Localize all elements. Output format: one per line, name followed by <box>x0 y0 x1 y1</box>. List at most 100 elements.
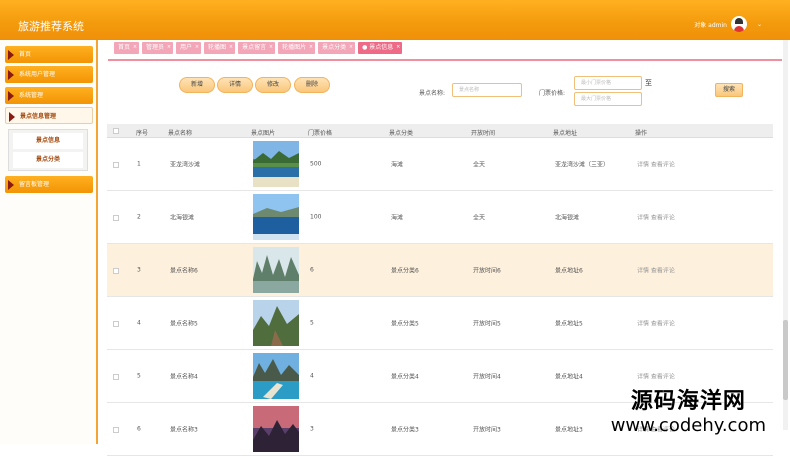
sidebar-item-messages[interactable]: 留言板管理 <box>5 176 93 193</box>
row-actions[interactable]: 详情 查看评论 <box>637 372 675 381</box>
select-all-checkbox[interactable] <box>113 128 119 134</box>
tab-label: 轮播图片 <box>282 44 306 51</box>
row-checkbox[interactable] <box>113 374 119 380</box>
tab-divider <box>108 59 782 61</box>
scenic-image <box>253 406 299 452</box>
price-max-input[interactable]: 最大门票价格 <box>574 92 642 106</box>
sidebar-item-system[interactable]: 系统管理 <box>5 87 93 104</box>
search-button[interactable]: 搜索 <box>715 83 743 97</box>
user-name: 对象 admin <box>694 20 727 29</box>
cell-open-time: 全天 <box>473 213 485 222</box>
range-separator: 至 <box>645 78 652 88</box>
close-icon[interactable]: × <box>167 41 171 53</box>
cell-no: 1 <box>137 161 141 168</box>
col-header-price: 门票价格 <box>308 128 332 137</box>
row-checkbox[interactable] <box>113 321 119 327</box>
row-actions[interactable]: 详情 查看评论 <box>637 266 675 275</box>
cell-name: 景点名称5 <box>170 319 198 328</box>
cell-no: 3 <box>137 267 141 274</box>
tab-label: 景点分类 <box>322 44 346 51</box>
row-actions[interactable]: 详情 查看评论 <box>637 319 675 328</box>
cell-name: 亚龙湾沙滩 <box>170 160 200 169</box>
submenu-item-scenic-category[interactable]: 景点分类 <box>13 152 83 168</box>
triangle-icon <box>9 112 15 122</box>
triangle-icon <box>8 91 14 101</box>
vertical-scrollbar[interactable] <box>783 40 788 430</box>
watermark-url: www.codehy.com <box>611 415 766 436</box>
scenic-image <box>253 194 299 240</box>
sidebar-item-scenic[interactable]: 景点信息管理 <box>5 107 93 124</box>
top-bar: 旅游推荐系统 对象 admin ⌄ <box>0 0 790 40</box>
scenic-image <box>253 353 299 399</box>
user-menu[interactable]: 对象 admin ⌄ <box>694 15 762 33</box>
watermark-cn: 源码海洋网 <box>611 383 766 415</box>
cell-no: 4 <box>137 320 141 327</box>
col-header-category: 景点分类 <box>389 128 413 137</box>
tab-user[interactable]: 用户× <box>176 42 201 54</box>
tab-label: 轮播图 <box>208 44 226 51</box>
sidebar-item-label: 系统用户管理 <box>19 71 55 78</box>
table-row[interactable]: 2 北海银滩 100 海滩 全天 北海银滩 详情 查看评论 <box>107 191 773 244</box>
row-actions[interactable]: 详情 查看评论 <box>637 213 675 222</box>
chevron-down-icon[interactable]: ⌄ <box>757 21 762 28</box>
cell-price: 3 <box>310 426 314 433</box>
tab-scenic-info[interactable]: ● 景点信息× <box>358 42 402 54</box>
scenic-image <box>253 141 299 187</box>
tab-label: 管理员 <box>146 44 164 51</box>
sidebar-item-home[interactable]: 首页 <box>5 46 93 63</box>
tab-admin[interactable]: 管理员× <box>142 42 173 54</box>
cell-address: 景点地址3 <box>555 425 583 434</box>
table-row[interactable]: 1 亚龙湾沙滩 500 海滩 全天 亚龙湾沙滩（三亚） 详情 查看评论 <box>107 138 773 191</box>
row-checkbox[interactable] <box>113 427 119 433</box>
sidebar-item-users[interactable]: 系统用户管理 <box>5 66 93 83</box>
cell-no: 6 <box>137 426 141 433</box>
tab-carousel-images[interactable]: 轮播图片× <box>278 42 315 54</box>
close-icon[interactable]: × <box>229 41 233 53</box>
detail-button[interactable]: 详情 <box>217 77 253 93</box>
close-icon[interactable]: × <box>195 41 199 53</box>
row-checkbox[interactable] <box>113 215 119 221</box>
table-row[interactable]: 3 景点名称6 6 景点分类6 开放时间6 景点地址6 详情 查看评论 <box>107 244 773 297</box>
col-header-no: 序号 <box>136 128 148 137</box>
row-checkbox[interactable] <box>113 268 119 274</box>
close-icon[interactable]: × <box>269 41 273 53</box>
scenic-image <box>253 247 299 293</box>
add-button[interactable]: 新增 <box>179 77 215 93</box>
cell-price: 6 <box>310 267 314 274</box>
edit-button[interactable]: 修改 <box>255 77 291 93</box>
avatar[interactable] <box>731 16 747 32</box>
close-icon[interactable]: × <box>349 41 353 53</box>
col-header-name: 景点名称 <box>168 128 192 137</box>
col-header-actions: 操作 <box>635 128 647 137</box>
price-label: 门票价格: <box>539 88 565 97</box>
sidebar: 首页 系统用户管理 系统管理 景点信息管理 景点信息 景点分类 留言板管理 <box>0 40 98 444</box>
table-row[interactable]: 4 景点名称5 5 景点分类5 开放时间5 景点地址5 详情 查看评论 <box>107 297 773 350</box>
tab-carousel[interactable]: 轮播图× <box>204 42 235 54</box>
cell-price: 4 <box>310 373 314 380</box>
row-actions[interactable]: 详情 查看评论 <box>637 160 675 169</box>
delete-button[interactable]: 删除 <box>294 77 330 93</box>
submenu-item-scenic-info[interactable]: 景点信息 <box>13 133 83 149</box>
cell-open-time: 开放时间4 <box>473 372 501 381</box>
price-min-input[interactable]: 最小门票价格 <box>574 76 642 90</box>
cell-price: 100 <box>310 214 321 221</box>
close-icon[interactable]: × <box>309 41 313 53</box>
col-header-image: 景点图片 <box>251 128 275 137</box>
close-icon[interactable]: × <box>396 41 400 53</box>
close-icon[interactable]: × <box>133 41 137 53</box>
tab-scenic-category[interactable]: 景点分类× <box>318 42 355 54</box>
tab-scenic-messages[interactable]: 景点留言× <box>238 42 275 54</box>
row-checkbox[interactable] <box>113 162 119 168</box>
scenic-image <box>253 300 299 346</box>
cell-open-time: 开放时间5 <box>473 319 501 328</box>
cell-price: 500 <box>310 161 321 168</box>
col-header-open-time: 开放时间 <box>471 128 495 137</box>
tab-label: 首页 <box>118 44 130 51</box>
scrollbar-thumb[interactable] <box>783 320 788 400</box>
name-search-input[interactable]: 景点名称 <box>452 83 522 97</box>
cell-no: 2 <box>137 214 141 221</box>
tab-label: ● 景点信息 <box>362 44 393 51</box>
cell-category: 景点分类4 <box>391 372 419 381</box>
cell-name: 景点名称6 <box>170 266 198 275</box>
tab-home[interactable]: 首页× <box>114 42 139 54</box>
